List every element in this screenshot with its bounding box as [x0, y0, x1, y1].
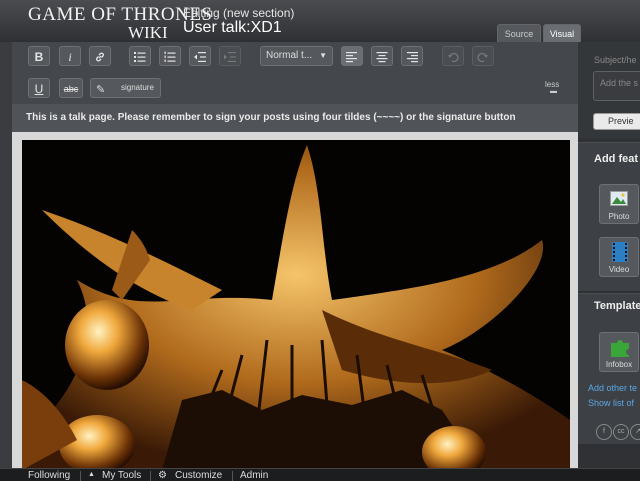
- footer-my-tools[interactable]: My Tools: [102, 470, 141, 481]
- talk-page-notice-text: This is a talk page. Please remember to …: [26, 112, 516, 123]
- footer-customize[interactable]: Customize: [175, 470, 222, 481]
- gear-icon: ⚙: [158, 470, 167, 481]
- align-right-icon: [407, 52, 418, 63]
- align-center-button[interactable]: [371, 46, 393, 66]
- editor-content-area[interactable]: [12, 132, 578, 470]
- creative-commons-icon[interactable]: cc: [613, 424, 629, 440]
- subject-input[interactable]: Add the s: [593, 71, 640, 101]
- paragraph-format-select[interactable]: Normal t... ▼: [260, 46, 333, 66]
- numbered-list-button[interactable]: [159, 46, 181, 66]
- subject-label: Subject/he: [594, 55, 637, 65]
- footer-admin[interactable]: Admin: [240, 470, 268, 481]
- page-title: User talk:XD1: [183, 19, 282, 36]
- add-photo-button[interactable]: Photo: [599, 184, 639, 224]
- photo-icon: [610, 191, 628, 206]
- wiki-footer-toolbar: Following ▲ My Tools ⚙ Customize Admin: [0, 468, 640, 481]
- chevron-up-icon[interactable]: ▬: [550, 88, 557, 95]
- signature-button[interactable]: ✎ signature: [90, 78, 161, 98]
- share-icon[interactable]: ↗: [630, 424, 640, 440]
- align-left-icon: [346, 52, 357, 63]
- crown-artwork: [22, 140, 570, 470]
- video-label: Video: [608, 265, 630, 274]
- add-infobox-button[interactable]: Infobox: [599, 332, 639, 372]
- bullet-list-icon: [134, 52, 146, 62]
- link-button[interactable]: [89, 46, 111, 66]
- align-right-button[interactable]: [401, 46, 423, 66]
- infobox-label: Infobox: [605, 360, 633, 369]
- puzzle-piece-icon: [611, 340, 629, 357]
- undo-button[interactable]: [442, 46, 464, 66]
- preview-button[interactable]: Previe: [593, 113, 640, 130]
- editor-header: GAME OF THRONES WIKI Editing (new sectio…: [0, 0, 640, 43]
- chevron-down-icon: ▼: [319, 51, 327, 60]
- bullet-list-button[interactable]: [129, 46, 151, 66]
- add-video-button[interactable]: Video: [599, 237, 639, 277]
- numbered-list-icon: [164, 51, 176, 62]
- align-center-icon: [376, 52, 388, 63]
- templates-title: Template: [594, 300, 640, 312]
- outdent-icon: [194, 52, 206, 62]
- redo-button[interactable]: [472, 46, 494, 66]
- footer-following[interactable]: Following: [28, 470, 70, 481]
- strikethrough-button[interactable]: abc: [59, 78, 83, 98]
- talk-page-notice: This is a talk page. Please remember to …: [12, 104, 578, 133]
- tab-source[interactable]: Source: [497, 24, 541, 43]
- chevron-up-icon: ▲: [88, 471, 95, 478]
- undo-icon: [448, 52, 459, 63]
- photo-label: Photo: [608, 212, 630, 221]
- show-template-list-link[interactable]: Show list of: [588, 398, 634, 408]
- format-select-value: Normal t...: [266, 50, 313, 61]
- bold-button[interactable]: B: [28, 46, 50, 66]
- editing-label: Editing (new section): [183, 6, 295, 20]
- tab-visual[interactable]: Visual: [543, 24, 581, 43]
- signature-label: signature: [121, 83, 154, 92]
- underline-button[interactable]: U: [28, 78, 50, 98]
- logo-line2: WIKI: [128, 23, 168, 42]
- indent-icon: [224, 52, 236, 62]
- add-features-title: Add feat: [594, 153, 638, 165]
- italic-button[interactable]: i: [59, 46, 81, 66]
- link-icon: [96, 52, 104, 62]
- embedded-image[interactable]: [22, 140, 570, 470]
- signature-pen-icon: ✎: [96, 84, 106, 96]
- facebook-icon[interactable]: f: [596, 424, 612, 440]
- align-left-button[interactable]: [341, 46, 363, 66]
- add-other-templates-link[interactable]: Add other te: [588, 383, 637, 393]
- video-icon: [612, 242, 628, 262]
- outdent-button[interactable]: [189, 46, 211, 66]
- wiki-logo[interactable]: GAME OF THRONES WIKI: [28, 4, 212, 42]
- redo-icon: [477, 52, 488, 63]
- indent-button[interactable]: [219, 46, 241, 66]
